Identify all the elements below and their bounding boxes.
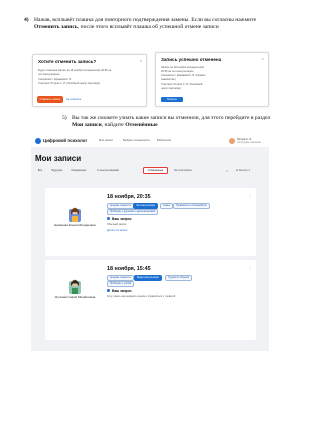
nav-library[interactable]: Библиотека	[157, 139, 171, 142]
step-text: Вы так же сможете узнать какие записи вы…	[72, 115, 271, 121]
tab-all[interactable]: Все	[35, 167, 45, 174]
cancel-success-dialog: Запись успешно отменена × Запись на 18 н…	[155, 52, 269, 107]
keep-appointment-link[interactable]: Не отменять	[66, 97, 81, 102]
dialog-line: 20:35 на чат-консультацию	[161, 70, 194, 73]
tag-chip: Тревожность и беспокойство	[173, 203, 210, 209]
request-label: Ваш запрос	[112, 288, 132, 293]
specialist-photo: Ермакова Ксения Богдановна	[49, 192, 101, 252]
search-icon[interactable]: ⌕	[226, 169, 228, 173]
tag-chip: Видео-консультация	[134, 275, 162, 281]
dialog-title: Хотите отменить запись?	[38, 59, 97, 64]
cancel-appointment-button[interactable]: Отменить запись	[37, 96, 63, 103]
tab-cancelled[interactable]: Отменённые	[143, 167, 168, 175]
request-label: Ваш запрос	[112, 216, 132, 221]
dialog-line: Будет отменена запись на 18 ноября (поне…	[38, 69, 112, 72]
step-4-paragraph: 4) Нажав, всплывёт плашка для повторного…	[24, 17, 274, 31]
specialist-name: Жучкова София Михайловна	[54, 295, 96, 299]
tab-with-consultations[interactable]: С консультациями	[93, 167, 123, 174]
logo-icon	[35, 138, 41, 144]
step-bold: Отменить запись	[34, 24, 78, 31]
step-text-mid: , найдите	[101, 122, 126, 129]
request-text: Хочу узнать как наладить режим и справля…	[107, 295, 176, 298]
avatar[interactable]	[229, 138, 235, 144]
appointment-date: 18 ноября, 15:45	[107, 266, 151, 272]
dialog-line: Запись на 18 ноября (понедельник)	[161, 66, 204, 69]
tag-chip: Проблемы с учёбой	[107, 281, 135, 287]
tag-chip: Трудности общения	[165, 275, 193, 281]
appointment-date: 18 ноября, 20:35	[107, 194, 151, 200]
dialog-line: Участник: Петров С. И. (Лечебный	[161, 83, 203, 86]
dialog-line: знакомство)	[161, 78, 176, 81]
close-icon[interactable]: ×	[140, 58, 142, 63]
step-text: Нажав, всплывёт плашка для повторного по…	[34, 17, 257, 23]
dialog-line: Специалист: Ермакова К. Б. (Первое	[161, 74, 206, 77]
more-icon[interactable]: ⋮	[248, 194, 252, 199]
appointment-card[interactable]: Жучкова София Михайловна 18 ноября, 15:4…	[45, 260, 256, 340]
user-name: Петров С. И. Сотрудник компании	[237, 138, 261, 144]
page-title: Мои записи	[35, 154, 82, 163]
brand-name: Цифровой психолог	[43, 138, 88, 143]
appointment-card[interactable]: Ермакова Ксения Богдановна 18 ноября, 20…	[45, 188, 256, 256]
info-icon	[107, 217, 111, 221]
dialog-line: чат-консультацию	[38, 73, 60, 76]
specialist-name: Ермакова Ксения Богдановна	[54, 223, 96, 227]
filter-button[interactable]: ☰ Фильтр ▾	[236, 169, 250, 172]
confirm-cancel-dialog: Хотите отменить запись? × Будет отменена…	[32, 54, 147, 107]
dialog-line: центр партнёра)	[161, 87, 181, 90]
tag-chip: Семья	[160, 203, 173, 209]
request-text: Обычный запрос	[107, 223, 127, 226]
dialog-line: Специалист: Ермакова К. Б.	[38, 78, 72, 81]
close-icon[interactable]: ×	[262, 56, 264, 61]
more-icon[interactable]: ⋮	[248, 266, 252, 271]
dialog-title: Запись успешно отменена	[161, 57, 222, 62]
step-number: 5)	[62, 115, 67, 121]
step-bold: Отменённые	[125, 122, 158, 129]
info-icon	[107, 289, 111, 293]
step-bold: Мои записи	[72, 122, 102, 129]
nav-my-appointments[interactable]: Мои записи	[99, 139, 113, 142]
tab-pending[interactable]: Ожидающие	[69, 167, 89, 174]
tag-chip: Проблемы с друзьями и одноклассниками	[107, 209, 159, 215]
step-text-end: , после этого всплывёт плашка об успешно…	[77, 24, 219, 31]
my-appointments-screenshot: Цифровой психолог Мои записи Выбрать спе…	[31, 135, 269, 351]
tab-did-not-happen[interactable]: Не состоялись	[171, 167, 195, 174]
tab-upcoming[interactable]: Будущие	[49, 167, 65, 174]
specialist-avatar	[69, 279, 81, 294]
top-bar: Цифровой психолог Мои записи Выбрать спе…	[31, 135, 269, 147]
ok-button[interactable]: Понятно	[161, 97, 183, 102]
specialist-photo: Жучкова София Михайловна	[49, 264, 101, 324]
dialog-line: Участник: Петров С. И. (Лечебный центр п…	[38, 82, 100, 85]
details-link[interactable]: Детали по записи	[107, 229, 127, 232]
step-5-paragraph: 5) Вы так же сможете узнать какие записи…	[62, 115, 276, 129]
nav-choose-specialist[interactable]: Выбрать специалиста	[123, 139, 150, 142]
step-number: 4)	[24, 17, 29, 23]
specialist-avatar	[69, 207, 81, 222]
